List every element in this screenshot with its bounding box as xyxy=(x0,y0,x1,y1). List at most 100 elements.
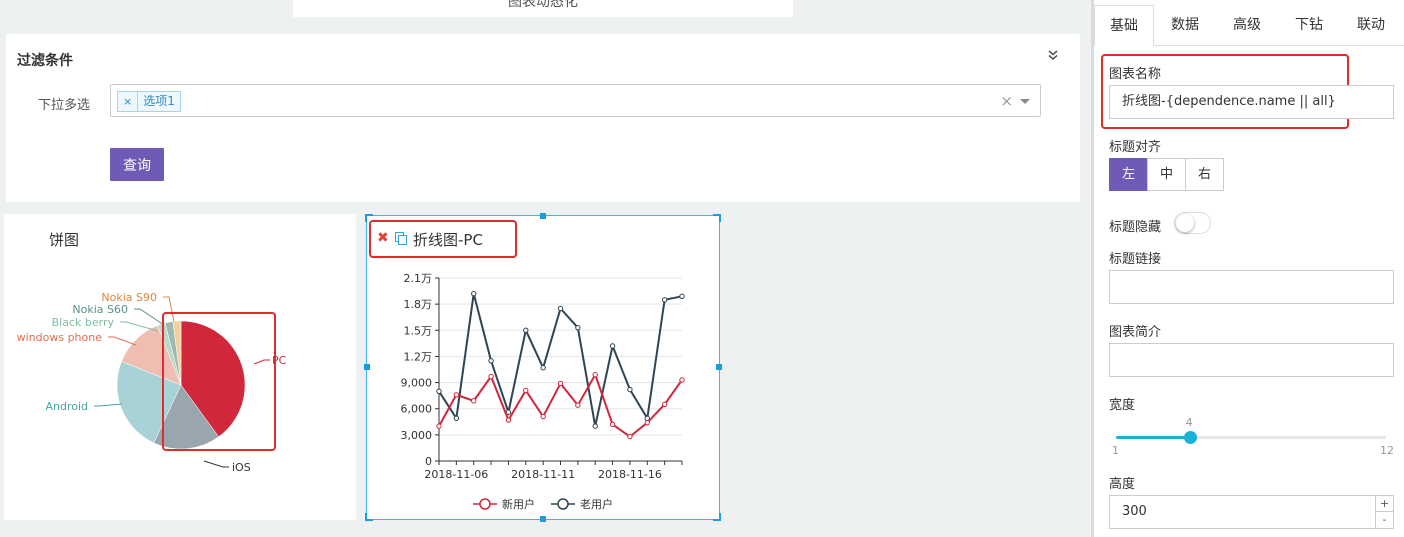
y-tick-label: 1.2万 xyxy=(404,350,433,363)
filter-title: 过滤条件 xyxy=(17,53,73,69)
resize-corner-tr[interactable] xyxy=(713,214,721,222)
resize-corner-br[interactable] xyxy=(713,513,721,521)
data-point xyxy=(488,373,494,380)
chart-name-label: 图表名称 xyxy=(1109,67,1162,82)
data-point xyxy=(592,423,598,429)
data-point xyxy=(644,419,650,426)
dashboard-title: 图表动态化 xyxy=(508,0,578,10)
pie-label-line xyxy=(253,359,270,365)
data-point xyxy=(609,343,616,349)
align-left-button[interactable]: 左 xyxy=(1109,158,1148,191)
dropdown-arrow-icon[interactable] xyxy=(1020,99,1030,104)
data-point xyxy=(436,388,442,394)
resize-handle-top[interactable] xyxy=(540,213,546,219)
chart-name-input[interactable]: 折线图-{dependence.name || all} xyxy=(1109,85,1394,119)
tab-basic[interactable]: 基础 xyxy=(1094,5,1154,46)
resize-handle-right[interactable] xyxy=(716,364,722,370)
pie-slice-label: Nokia S90 xyxy=(101,291,157,304)
data-point xyxy=(523,387,529,394)
title-link-input[interactable] xyxy=(1109,270,1394,304)
pie-slice-label: Black berry xyxy=(52,316,115,329)
title-align-label: 标题对齐 xyxy=(1109,140,1162,155)
settings-tabs: 基础 数据 高级 下钻 联动 xyxy=(1094,0,1404,46)
align-center-button[interactable]: 中 xyxy=(1147,158,1186,191)
title-hide-toggle[interactable] xyxy=(1174,212,1211,234)
data-point xyxy=(436,423,442,429)
height-stepper[interactable]: 300 + - xyxy=(1109,495,1394,529)
resize-corner-tl[interactable] xyxy=(365,214,373,222)
pie-label-line xyxy=(108,336,137,346)
y-tick-label: 1.8万 xyxy=(404,298,433,311)
pie-label-line xyxy=(203,460,229,468)
pie-label-line xyxy=(94,403,123,407)
data-point xyxy=(453,392,460,398)
resize-handle-bottom[interactable] xyxy=(540,516,546,522)
y-tick-label: 6,000 xyxy=(401,403,433,416)
collapse-chevron-icon[interactable] xyxy=(1046,49,1060,63)
data-point xyxy=(557,305,564,312)
settings-panel: 基础 数据 高级 下钻 联动 图表名称 折线图-{dependence.name… xyxy=(1094,0,1404,537)
data-point xyxy=(575,324,581,331)
tag-label: 选项1 xyxy=(143,94,175,108)
resize-handle-left[interactable] xyxy=(364,364,370,370)
data-point xyxy=(627,433,633,440)
height-value: 300 xyxy=(1122,504,1147,519)
multiselect-label: 下拉多选 xyxy=(38,98,91,113)
data-point xyxy=(453,415,460,422)
series-line xyxy=(438,293,683,427)
data-point xyxy=(557,380,564,387)
tab-drilldown[interactable]: 下钻 xyxy=(1278,5,1340,46)
chart-intro-label: 图表简介 xyxy=(1109,325,1162,340)
pie-label-line xyxy=(163,296,175,323)
data-point xyxy=(592,372,598,378)
query-button[interactable]: 查询 xyxy=(110,148,164,181)
data-point xyxy=(488,358,494,364)
y-tick-label: 2.1万 xyxy=(404,272,433,285)
width-label: 宽度 xyxy=(1109,398,1136,413)
tab-data[interactable]: 数据 xyxy=(1154,5,1216,46)
data-point xyxy=(471,290,477,297)
height-label: 高度 xyxy=(1109,477,1136,492)
width-slider-thumb[interactable] xyxy=(1183,431,1197,444)
chart-intro-input[interactable] xyxy=(1109,343,1394,377)
width-slider-track[interactable] xyxy=(1116,436,1386,439)
clear-icon[interactable]: × xyxy=(1000,92,1013,110)
multiselect-input[interactable]: × 选项1 × xyxy=(110,84,1041,117)
data-point xyxy=(540,365,546,371)
tab-advanced[interactable]: 高级 xyxy=(1216,5,1278,46)
width-slider-min: 1 xyxy=(1112,444,1119,457)
data-point xyxy=(575,402,581,408)
data-point xyxy=(679,377,685,383)
tab-linkage[interactable]: 联动 xyxy=(1340,5,1402,46)
data-point xyxy=(505,417,512,423)
data-point xyxy=(609,421,616,428)
decrement-button[interactable]: - xyxy=(1375,512,1393,528)
pie-slice-label: windows phone xyxy=(17,331,103,344)
x-tick-label: 2018-11-16 xyxy=(598,468,662,481)
pie-chart-card[interactable]: 饼图 PC iOS Android windows phone Black berry N… xyxy=(4,214,356,520)
width-slider-value: 4 xyxy=(1185,416,1193,429)
filter-panel: 过滤条件 下拉多选 × 选项1 × 查询 xyxy=(6,34,1080,202)
y-tick-label: 1.5万 xyxy=(404,324,433,337)
tag-remove-icon[interactable]: × xyxy=(118,92,139,111)
title-hide-label: 标题隐藏 xyxy=(1109,220,1162,235)
data-point xyxy=(540,413,546,420)
legend-marker xyxy=(479,498,491,510)
line-chart-card[interactable]: ✖ 折线图-PC 0 3,000 6,000 9,000 1.2万 1.5万 1.8万 2.1… xyxy=(364,213,722,522)
y-tick-label: 0 xyxy=(425,455,432,468)
align-right-button[interactable]: 右 xyxy=(1185,158,1224,191)
data-point xyxy=(523,327,529,333)
width-slider-fill xyxy=(1116,436,1190,439)
data-point xyxy=(627,386,633,393)
resize-corner-bl[interactable] xyxy=(365,513,373,521)
increment-button[interactable]: + xyxy=(1375,496,1393,512)
title-link-label: 标题链接 xyxy=(1109,252,1162,267)
data-point xyxy=(661,297,668,303)
y-tick-label: 3,000 xyxy=(401,429,433,442)
width-slider-max: 12 xyxy=(1380,444,1394,457)
pie-slice-label: Android xyxy=(45,400,88,413)
toggle-knob xyxy=(1176,214,1194,232)
pie-slice-label: iOS xyxy=(232,461,251,474)
x-tick-label: 2018-11-06 xyxy=(424,468,488,481)
legend-label: 老用户 xyxy=(580,497,613,511)
